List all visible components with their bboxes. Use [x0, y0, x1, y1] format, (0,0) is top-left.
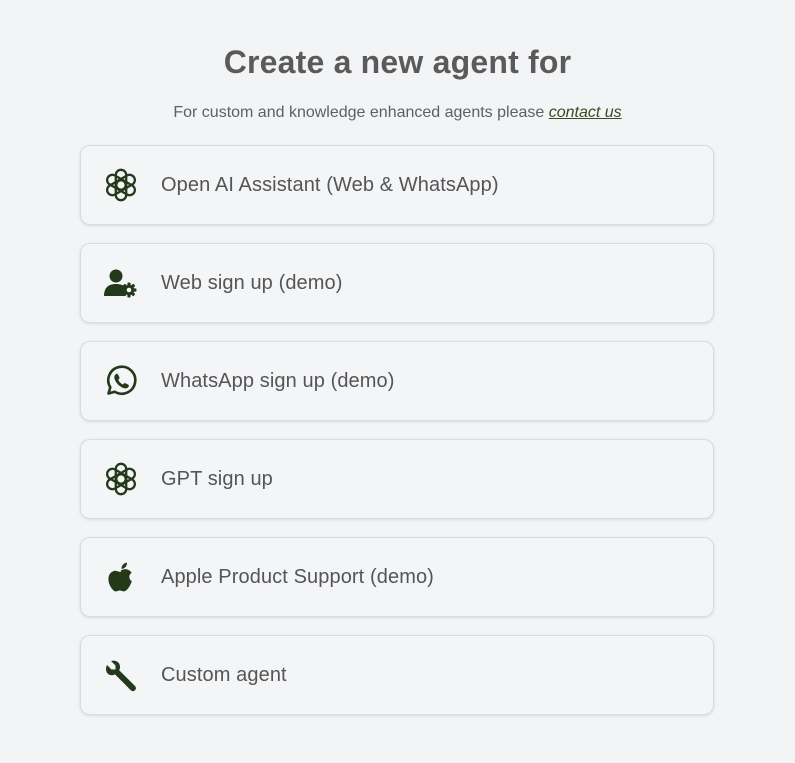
openai-icon	[101, 459, 141, 499]
option-web-signup[interactable]: Web sign up (demo)	[80, 243, 714, 323]
openai-icon	[101, 165, 141, 205]
option-label: WhatsApp sign up (demo)	[161, 369, 395, 392]
page-subtitle: For custom and knowledge enhanced agents…	[0, 104, 795, 122]
page: Create a new agent for For custom and kn…	[0, 0, 795, 763]
option-openai-assistant[interactable]: Open AI Assistant (Web & WhatsApp)	[80, 145, 714, 225]
option-apple-support[interactable]: Apple Product Support (demo)	[80, 537, 714, 617]
subtitle-text: For custom and knowledge enhanced agents…	[173, 104, 549, 121]
option-label: Open AI Assistant (Web & WhatsApp)	[161, 173, 499, 196]
user-gear-icon	[101, 263, 141, 303]
agent-options-list: Open AI Assistant (Web & WhatsApp) Web s…	[80, 145, 714, 733]
option-label: GPT sign up	[161, 467, 273, 490]
wrench-icon	[101, 655, 141, 695]
option-label: Custom agent	[161, 663, 287, 686]
option-custom-agent[interactable]: Custom agent	[80, 635, 714, 715]
apple-icon	[101, 557, 141, 597]
option-gpt-signup[interactable]: GPT sign up	[80, 439, 714, 519]
option-label: Apple Product Support (demo)	[161, 565, 434, 588]
page-title: Create a new agent for	[223, 44, 572, 80]
option-label: Web sign up (demo)	[161, 271, 343, 294]
whatsapp-icon	[101, 361, 141, 401]
option-whatsapp-signup[interactable]: WhatsApp sign up (demo)	[80, 341, 714, 421]
contact-us-link[interactable]: contact us	[549, 104, 622, 121]
